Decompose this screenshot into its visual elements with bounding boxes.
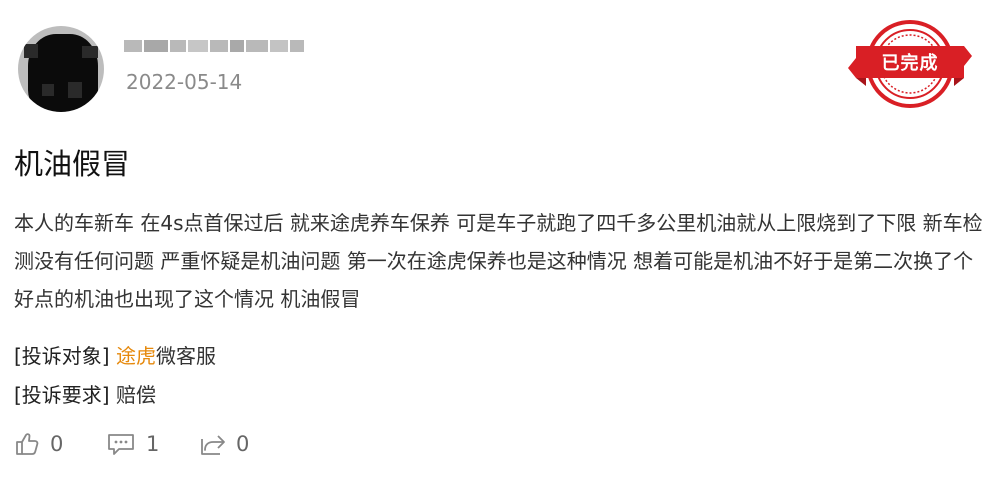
completed-stamp: 已完成 (844, 18, 976, 110)
complaint-request-value: 赔偿 (115, 383, 156, 407)
complaint-target-highlight[interactable]: 途虎 (116, 344, 156, 368)
comment-icon (108, 434, 134, 455)
avatar[interactable] (18, 26, 104, 112)
post-date: 2022-05-14 (126, 70, 243, 94)
post-actions: 0 1 0 (14, 424, 334, 464)
post-content: 本人的车新车 在4s点首保过后 就来途虎养车保养 可是车子就跑了四千多公里机油就… (14, 211, 983, 311)
avatar-pixel (68, 82, 82, 98)
share-button[interactable]: 0 (198, 424, 249, 464)
thumbs-up-icon (16, 433, 39, 455)
stamp-label: 已完成 (881, 53, 939, 74)
complaint-target-rest: 微客服 (155, 344, 216, 368)
share-icon (201, 435, 225, 455)
like-count: 0 (50, 432, 64, 456)
comment-button[interactable]: 1 (106, 424, 159, 464)
complaint-request: [投诉要求] 赔偿 (14, 380, 984, 410)
complaint-target-value[interactable]: 途虎微客服 (116, 344, 216, 368)
like-button[interactable]: 0 (14, 424, 63, 464)
avatar-pixel (82, 46, 98, 58)
avatar-pixel (42, 84, 54, 96)
post-header: 2022-05-14 已完成 (16, 14, 984, 114)
complaint-target-label: [投诉对象] (14, 344, 110, 368)
complaint-target: [投诉对象] 途虎微客服 (14, 341, 984, 371)
share-count: 0 (236, 432, 250, 456)
complaint-request-label: [投诉要求] (14, 383, 110, 407)
comment-count: 1 (146, 432, 160, 456)
avatar-pixel (24, 44, 38, 58)
post-title: 机油假冒 (14, 147, 131, 181)
username-blurred[interactable] (124, 36, 316, 56)
